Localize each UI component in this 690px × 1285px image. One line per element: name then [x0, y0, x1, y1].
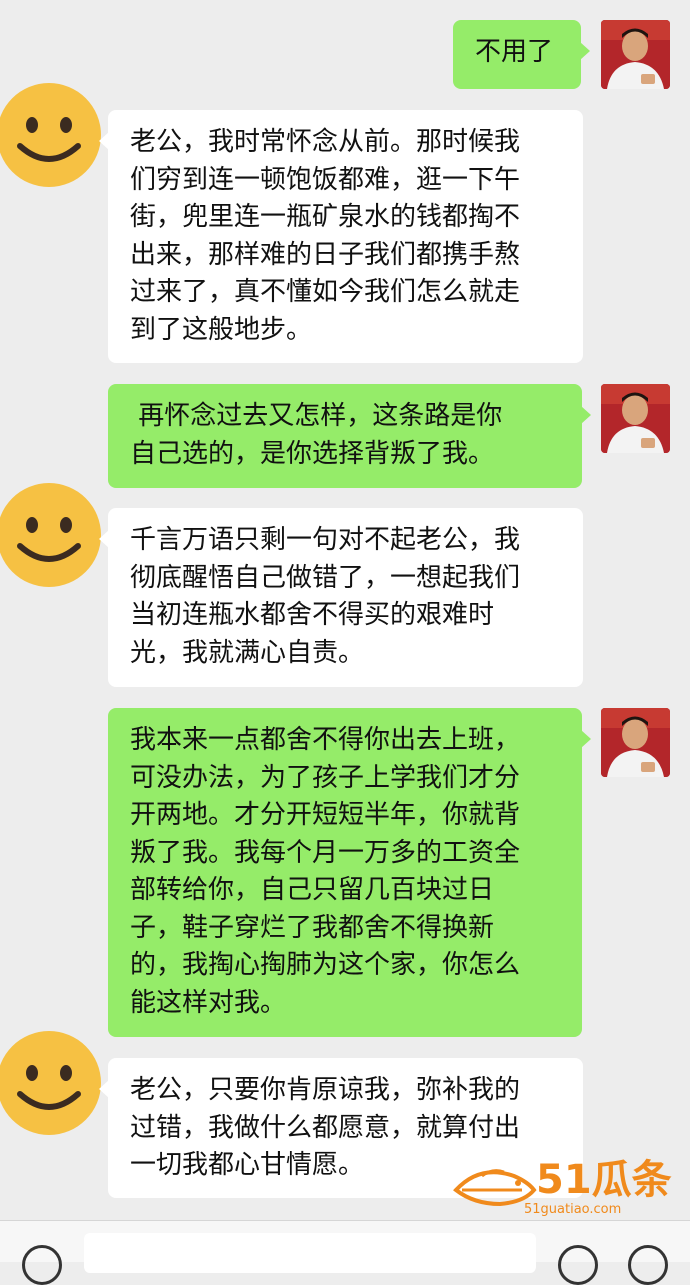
- husband-avatar[interactable]: [601, 20, 670, 89]
- message-bubble-outgoing[interactable]: 我本来一点都舍不得你出去上班， 可没办法，为了孩子上学我们才分 开两地。才分开短…: [108, 708, 591, 1037]
- man-photo-icon: [601, 20, 670, 89]
- plus-icon[interactable]: [628, 1245, 668, 1285]
- message-bubble-incoming[interactable]: 千言万语只剩一句对不起老公，我 彻底醒悟自己做错了，一想起我们 当初连瓶水都舍不…: [99, 508, 583, 687]
- message-bubble-incoming[interactable]: 老公，我时常怀念从前。那时候我 们穷到连一顿饱饭都难，逛一下午 街，兜里连一瓶矿…: [99, 110, 583, 363]
- watermark-logo: 51瓜条 51guatiao.com: [452, 1156, 672, 1220]
- watermark-url: 51guatiao.com: [524, 1202, 622, 1217]
- message-input[interactable]: [84, 1233, 536, 1273]
- message-bubble-outgoing[interactable]: 再怀念过去又怎样，这条路是你 自己选的，是你选择背叛了我。: [108, 384, 591, 488]
- watermark-logo-text: 51瓜条: [536, 1157, 672, 1203]
- wife-avatar[interactable]: [0, 480, 104, 590]
- man-photo-icon: [601, 708, 670, 777]
- husband-avatar[interactable]: [601, 384, 670, 453]
- emoji-icon[interactable]: [558, 1245, 598, 1285]
- wife-avatar[interactable]: [0, 80, 104, 190]
- voice-icon[interactable]: [22, 1245, 62, 1285]
- husband-avatar[interactable]: [601, 708, 670, 777]
- input-bar: [0, 1220, 690, 1285]
- man-photo-icon: [601, 384, 670, 453]
- message-bubble-outgoing[interactable]: 不用了: [453, 20, 590, 89]
- wife-avatar[interactable]: [0, 1028, 104, 1138]
